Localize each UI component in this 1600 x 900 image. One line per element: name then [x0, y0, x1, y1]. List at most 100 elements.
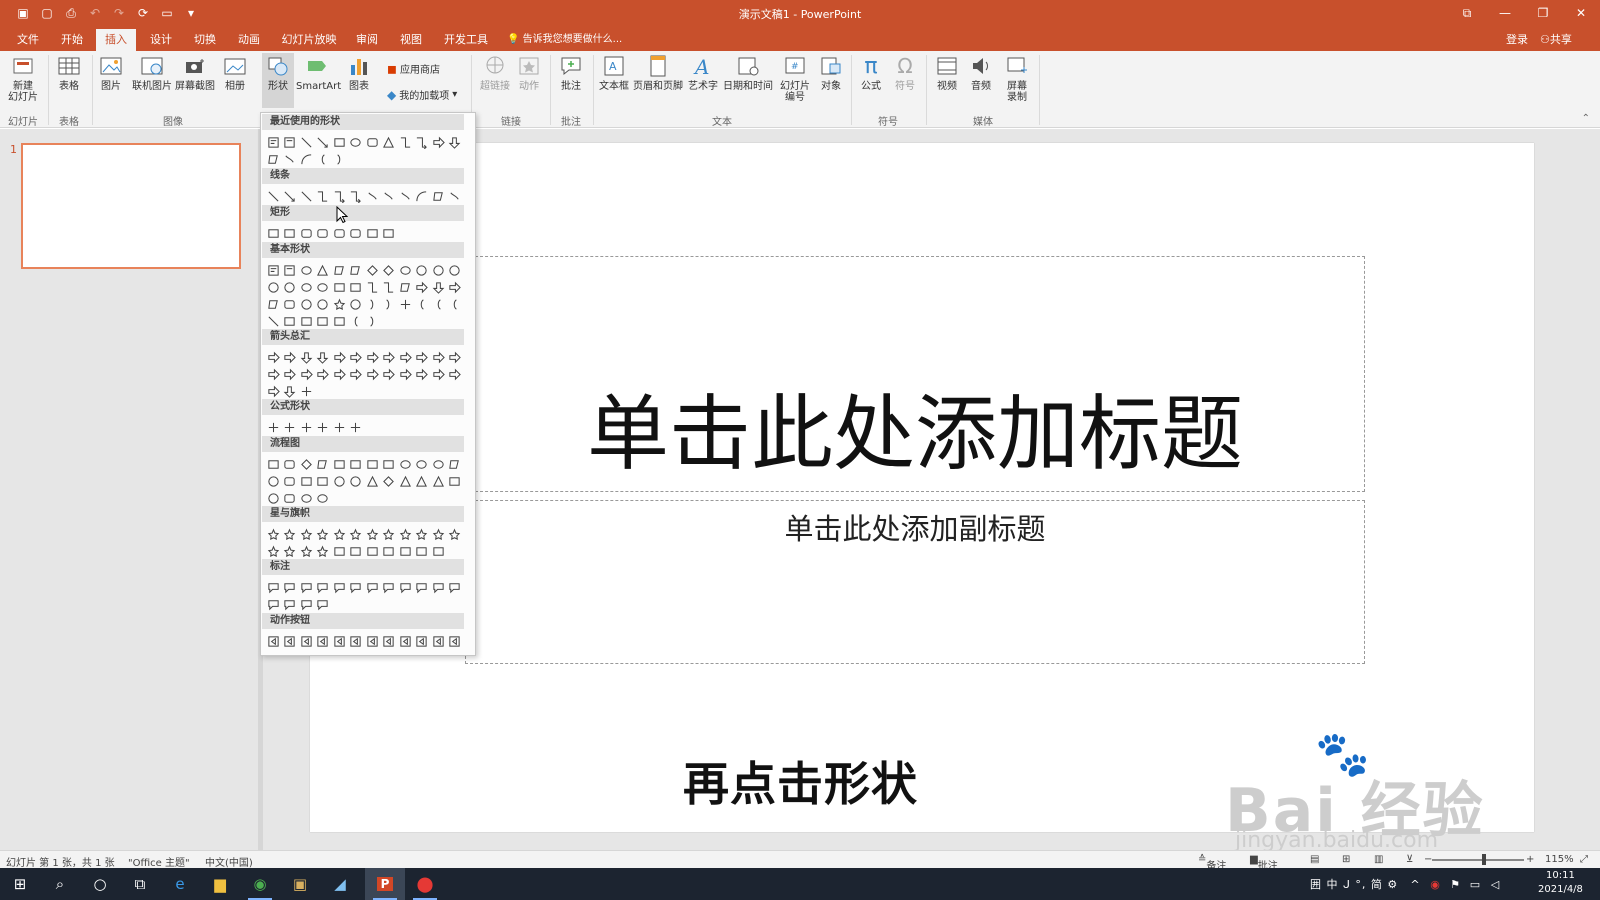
- shape-option[interactable]: [298, 633, 315, 649]
- shape-option[interactable]: [430, 456, 447, 472]
- shape-option[interactable]: [364, 366, 381, 382]
- datetime-button[interactable]: 日期和时间: [722, 53, 774, 92]
- smartart-button[interactable]: SmartArt: [296, 53, 341, 92]
- shape-option[interactable]: [282, 188, 299, 204]
- shape-option[interactable]: [315, 262, 332, 278]
- shape-option[interactable]: [282, 366, 299, 382]
- shape-option[interactable]: [364, 473, 381, 489]
- network-icon[interactable]: ▭: [1465, 868, 1485, 900]
- reading-view-icon[interactable]: ▥: [1374, 854, 1383, 865]
- login-link[interactable]: 登录: [1506, 29, 1528, 51]
- start-windows-icon[interactable]: ⊞: [0, 868, 40, 900]
- shape-option[interactable]: [265, 262, 282, 278]
- shape-option[interactable]: [331, 366, 348, 382]
- shape-option[interactable]: [364, 633, 381, 649]
- shape-option[interactable]: [381, 134, 398, 150]
- shape-option[interactable]: [381, 279, 398, 295]
- shape-option[interactable]: [364, 579, 381, 595]
- app-tray-icon[interactable]: ⚑: [1445, 868, 1465, 900]
- archive-app-icon[interactable]: ▣: [280, 868, 320, 900]
- shape-option[interactable]: [282, 596, 299, 612]
- shape-option[interactable]: [447, 349, 464, 365]
- minimize-icon[interactable]: —: [1486, 0, 1524, 26]
- shape-option[interactable]: [282, 490, 299, 506]
- tab-developer[interactable]: 开发工具: [438, 29, 494, 51]
- collapse-ribbon-icon[interactable]: ⌃: [1582, 113, 1590, 124]
- symbol-button[interactable]: Ω 符号: [890, 53, 920, 93]
- zoom-slider-thumb[interactable]: [1482, 854, 1487, 865]
- shape-option[interactable]: [265, 366, 282, 382]
- shape-option[interactable]: [298, 543, 315, 559]
- shape-option[interactable]: [381, 633, 398, 649]
- shape-option[interactable]: [331, 633, 348, 649]
- shape-option[interactable]: [298, 490, 315, 506]
- shape-option[interactable]: [282, 633, 299, 649]
- shape-option[interactable]: [397, 188, 414, 204]
- shape-option[interactable]: [331, 313, 348, 329]
- shape-option[interactable]: [348, 526, 365, 542]
- shape-option[interactable]: [397, 579, 414, 595]
- shape-option[interactable]: [265, 490, 282, 506]
- slideshow-view-icon[interactable]: ⊻: [1406, 854, 1413, 865]
- shape-option[interactable]: [315, 596, 332, 612]
- shape-option[interactable]: [348, 296, 365, 312]
- shape-option[interactable]: [447, 579, 464, 595]
- shape-option[interactable]: [348, 456, 365, 472]
- shape-option[interactable]: [397, 456, 414, 472]
- screen-recorder-icon[interactable]: ⬤: [405, 868, 445, 900]
- shape-option[interactable]: [298, 225, 315, 241]
- shape-option[interactable]: [315, 579, 332, 595]
- shape-option[interactable]: [430, 543, 447, 559]
- shape-option[interactable]: [265, 383, 282, 399]
- shape-option[interactable]: [282, 134, 299, 150]
- shape-option[interactable]: [282, 279, 299, 295]
- shape-option[interactable]: [331, 151, 348, 167]
- shape-option[interactable]: [315, 134, 332, 150]
- shape-option[interactable]: [364, 349, 381, 365]
- shape-option[interactable]: [282, 383, 299, 399]
- shape-option[interactable]: [315, 296, 332, 312]
- tray-overflow-icon[interactable]: ^: [1405, 868, 1425, 900]
- object-button[interactable]: 对象: [816, 53, 846, 92]
- edge-browser-icon[interactable]: e: [160, 868, 200, 900]
- shape-option[interactable]: [414, 296, 431, 312]
- textbox-button[interactable]: A 文本框: [598, 53, 630, 92]
- tab-transitions[interactable]: 切换: [185, 29, 225, 51]
- shape-option[interactable]: [282, 313, 299, 329]
- shape-option[interactable]: [430, 473, 447, 489]
- normal-view-icon[interactable]: ▤: [1310, 854, 1319, 865]
- my-addins-button[interactable]: ◆ 我的加载项 ▾: [387, 87, 457, 103]
- shape-option[interactable]: [447, 296, 464, 312]
- shape-option[interactable]: [364, 225, 381, 241]
- shape-option[interactable]: [298, 473, 315, 489]
- shape-option[interactable]: [414, 134, 431, 150]
- shape-option[interactable]: [282, 579, 299, 595]
- task-view-icon[interactable]: ⧉: [120, 868, 160, 900]
- album-button[interactable]: 相册: [220, 53, 250, 92]
- shape-option[interactable]: [298, 296, 315, 312]
- shape-option[interactable]: [298, 188, 315, 204]
- ribbon-display-icon[interactable]: ⧉: [1448, 0, 1486, 26]
- shape-option[interactable]: [414, 579, 431, 595]
- tab-home[interactable]: 开始: [52, 29, 92, 51]
- shape-option[interactable]: [447, 633, 464, 649]
- shape-option[interactable]: [381, 473, 398, 489]
- tab-insert[interactable]: 插入: [96, 29, 136, 51]
- shape-option[interactable]: [315, 543, 332, 559]
- tab-file[interactable]: 文件: [8, 29, 48, 51]
- shape-option[interactable]: [348, 543, 365, 559]
- shape-option[interactable]: [364, 262, 381, 278]
- shape-option[interactable]: [430, 296, 447, 312]
- shape-option[interactable]: [447, 279, 464, 295]
- shape-option[interactable]: [348, 349, 365, 365]
- shape-option[interactable]: [381, 188, 398, 204]
- slide-thumbnail[interactable]: [21, 143, 241, 269]
- table-button[interactable]: 表格: [52, 53, 86, 92]
- shape-option[interactable]: [265, 419, 282, 435]
- zoom-level[interactable]: 115%: [1545, 854, 1574, 865]
- shape-option[interactable]: [381, 296, 398, 312]
- system-tray[interactable]: 囲 中 ᒍ °, 简 ⚙: [1310, 876, 1398, 892]
- shape-option[interactable]: [397, 473, 414, 489]
- shape-option[interactable]: [447, 134, 464, 150]
- shape-option[interactable]: [381, 526, 398, 542]
